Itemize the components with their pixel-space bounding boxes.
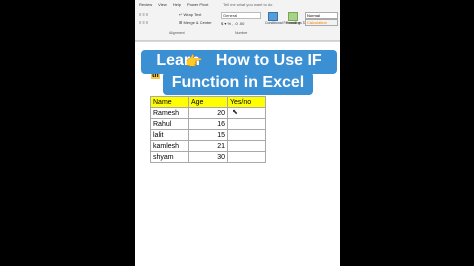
banner-line2: Function in Excel: [171, 74, 305, 91]
cell-age[interactable]: 21: [188, 140, 228, 152]
ribbon-menu: Review View Help Power Pivot: [139, 2, 208, 7]
cell-yes-no[interactable]: [227, 118, 266, 130]
header-age[interactable]: Age: [188, 96, 228, 108]
number-format-icons[interactable]: $ ▾ % , .0 .00: [221, 21, 244, 26]
indent-icons[interactable]: ≡ ≡ ≡: [139, 20, 148, 25]
cell-age[interactable]: 20: [188, 107, 228, 119]
mouse-cursor-icon: ⬉: [232, 109, 238, 116]
menu-power-pivot[interactable]: Power Pivot: [187, 2, 208, 7]
number-format-select[interactable]: General: [221, 12, 261, 19]
pointing-hand-icon: 👉: [185, 53, 203, 69]
style-normal[interactable]: Normal: [305, 12, 338, 19]
title-banner: Learn How to Use IF 👉 Function in Excel: [137, 50, 338, 96]
table-row: lalit 15: [150, 129, 266, 141]
ribbon: Review View Help Power Pivot Tell me wha…: [135, 0, 340, 41]
menu-view[interactable]: View: [158, 2, 167, 7]
header-name[interactable]: Name: [150, 96, 189, 108]
conditional-formatting-icon[interactable]: [268, 12, 278, 21]
cell-yes-no[interactable]: [227, 140, 266, 152]
align-icons[interactable]: ≡ ≡ ≡: [139, 12, 148, 17]
tell-me-search[interactable]: Tell me what you want to do: [223, 2, 272, 7]
cell-yes-no[interactable]: [227, 151, 266, 163]
group-alignment-label: Alignment: [169, 31, 185, 35]
formula-bar-divider: [135, 41, 340, 42]
cell-name[interactable]: lalit: [150, 129, 189, 141]
cell-age[interactable]: 15: [188, 129, 228, 141]
cell-name[interactable]: Ramesh: [150, 107, 189, 119]
style-calculation[interactable]: Calculation: [305, 19, 338, 26]
header-yes-no[interactable]: Yes/no: [227, 96, 266, 108]
excel-window: Review View Help Power Pivot Tell me wha…: [135, 0, 340, 266]
cell-age[interactable]: 30: [188, 151, 228, 163]
cell-yes-no[interactable]: [227, 129, 266, 141]
menu-review[interactable]: Review: [139, 2, 152, 7]
table-row: shyam 30: [150, 151, 266, 163]
merge-center-button[interactable]: ⊞ Merge & Center: [179, 20, 212, 25]
table-row: kamlesh 21: [150, 140, 266, 152]
cell-name[interactable]: Rahul: [150, 118, 189, 130]
wrap-text-button[interactable]: ↵ Wrap Text: [179, 12, 201, 17]
cell-name[interactable]: kamlesh: [150, 140, 189, 152]
table-row: Ramesh 20: [150, 107, 266, 119]
banner-line1: Learn How to Use IF: [156, 52, 322, 69]
menu-help[interactable]: Help: [173, 2, 181, 7]
cell-age[interactable]: 16: [188, 118, 228, 130]
format-as-table-icon[interactable]: [288, 12, 298, 21]
group-number-label: Number: [235, 31, 248, 35]
table-header-row: Name Age Yes/no: [150, 96, 266, 108]
table-row: Rahul 16: [150, 118, 266, 130]
data-table: Name Age Yes/no Ramesh 20 Rahul 16 lalit…: [150, 96, 266, 163]
cell-name[interactable]: shyam: [150, 151, 189, 163]
